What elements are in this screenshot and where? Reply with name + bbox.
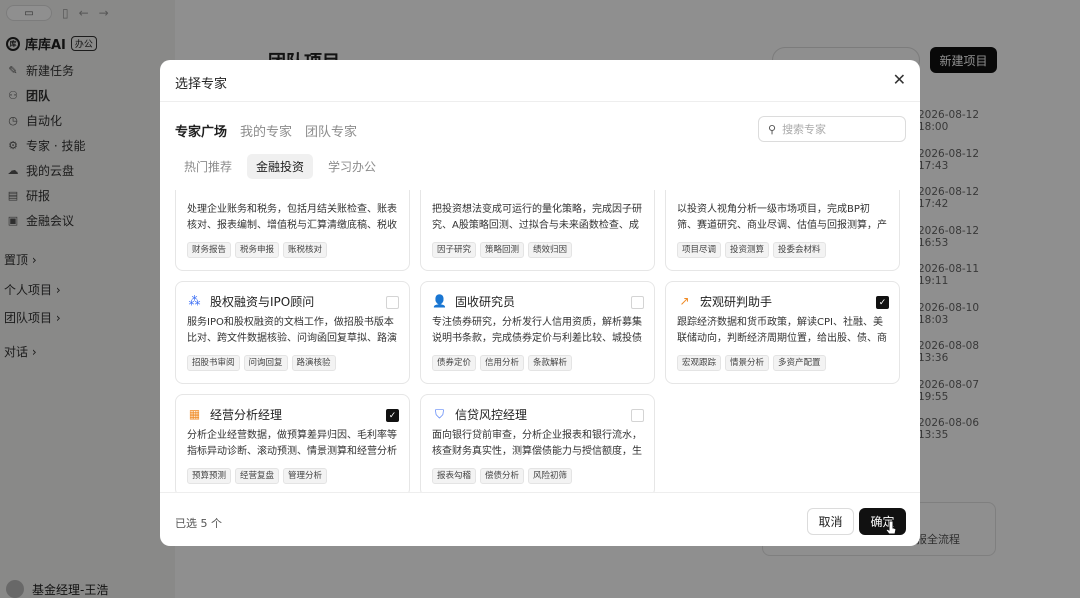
subtab-study-office[interactable]: 学习办公 xyxy=(319,154,385,179)
expert-tags: 宏观跟踪 情景分析 多资产配置 xyxy=(677,355,889,371)
expert-tags: 债券定价 信用分析 条款解析 xyxy=(432,355,644,371)
checkbox-checked[interactable]: ✓ xyxy=(876,296,889,309)
selected-count: 已选 5 个 xyxy=(175,517,222,530)
person-icon: 👤 xyxy=(432,294,447,308)
tag: 经营复盘 xyxy=(235,468,280,484)
tab-team-experts[interactable]: 团队专家 xyxy=(305,121,357,140)
tag: 税务申报 xyxy=(235,242,280,258)
close-icon[interactable]: ✕ xyxy=(893,70,906,89)
tag: 多资产配置 xyxy=(773,355,826,371)
expert-description: 把投资想法变成可运行的量化策略，完成因子研究、A股策略回测、过拟合与未来函数检查… xyxy=(432,204,642,231)
expert-name: 经营分析经理 xyxy=(210,407,283,422)
expert-description: 跟踪经济数据和货币政策，解读CPI、社融、美联储动向，判断经济周期位置，给出股、… xyxy=(677,317,887,344)
expert-tags: 财务报告 税务申报 账税核对 xyxy=(187,242,399,258)
expert-name: 信贷风控经理 xyxy=(455,407,528,422)
checkbox[interactable] xyxy=(631,296,644,309)
dialog-header: 选择专家 ✕ xyxy=(160,60,920,102)
expert-card-header: 👤 固收研究员 xyxy=(432,291,644,311)
expert-card[interactable]: 把投资想法变成可运行的量化策略，完成因子研究、A股策略回测、过拟合与未来函数检查… xyxy=(420,190,655,271)
tag: 账税核对 xyxy=(283,242,328,258)
tag: 绩效归因 xyxy=(528,242,573,258)
tag: 投委会材料 xyxy=(773,242,826,258)
expert-card[interactable]: ▦ 经营分析经理 ✓ 分析企业经营数据，做预算差异归因、毛利率等指标异动诊断、滚动预测… xyxy=(175,394,410,492)
expert-card[interactable]: ↗ 宏观研判助手 ✓ 跟踪经济数据和货币政策，解读CPI、社融、美联储动向，判断经济周… xyxy=(665,281,900,384)
tab-my-experts[interactable]: 我的专家 xyxy=(240,121,292,140)
checkbox-checked[interactable]: ✓ xyxy=(386,409,399,422)
expert-tags: 招股书审阅 问询回复 路演核验 xyxy=(187,355,399,371)
expert-card-header xyxy=(432,190,644,198)
checkbox[interactable] xyxy=(631,409,644,422)
tag: 管理分析 xyxy=(283,468,328,484)
expert-card-header: ↗ 宏观研判助手 xyxy=(677,291,889,311)
tag: 宏观跟踪 xyxy=(677,355,722,371)
expert-name: 股权融资与IPO顾问 xyxy=(210,294,315,309)
expert-tags: 报表勾稽 偿债分析 风险初筛 xyxy=(432,468,644,484)
expert-name: 固收研究员 xyxy=(455,294,516,309)
expert-list[interactable]: 处理企业账务和税务，包括月结关账检查、账表核对、报表编制、增值税与汇算清缴底稿、… xyxy=(160,190,920,492)
expert-card-header: ⁂ 股权融资与IPO顾问 xyxy=(187,291,399,311)
search-icon: ⚲ xyxy=(768,122,777,136)
expert-description: 服务IPO和股权融资的文档工作，做招股书版本比对、跨文件数据核验、问询函回复草拟… xyxy=(187,317,397,344)
mouse-cursor-icon xyxy=(886,520,897,535)
dialog-title: 选择专家 xyxy=(175,77,228,92)
expert-tags: 预算预测 经营复盘 管理分析 xyxy=(187,468,399,484)
expert-grid: 处理企业账务和税务，包括月结关账检查、账表核对、报表编制、增值税与汇算清缴底稿、… xyxy=(175,190,905,492)
shield-icon: ⛉ xyxy=(434,406,444,421)
expert-search[interactable]: ⚲ xyxy=(758,116,906,142)
expert-description: 分析企业经营数据，做预算差异归因、毛利率等指标异动诊断、滚动预测、情景测算和经营… xyxy=(187,430,397,457)
tag: 问询回复 xyxy=(243,355,288,371)
tag: 投资测算 xyxy=(725,242,770,258)
expert-tabs: 专家广场 我的专家 团队专家 xyxy=(175,121,357,140)
tag: 债券定价 xyxy=(432,355,477,371)
subtab-popular[interactable]: 热门推荐 xyxy=(175,154,241,179)
tag: 财务报告 xyxy=(187,242,232,258)
expert-description: 处理企业账务和税务，包括月结关账检查、账表核对、报表编制、增值税与汇算清缴底稿、… xyxy=(187,204,397,231)
expert-tags: 因子研究 策略回测 绩效归因 xyxy=(432,242,644,258)
expert-card-header xyxy=(187,190,399,198)
expert-card[interactable]: 处理企业账务和税务，包括月结关账检查、账表核对、报表编制、增值税与汇算清缴底稿、… xyxy=(175,190,410,271)
tag: 路演核验 xyxy=(291,355,336,371)
expert-card-header: ⛉ 信贷风控经理 xyxy=(432,404,644,424)
dialog-footer: 已选 5 个 取消 确定 xyxy=(160,492,920,546)
subtab-finance-investment[interactable]: 金融投资 xyxy=(247,154,314,179)
expert-search-input[interactable] xyxy=(782,122,893,136)
tag: 项目尽调 xyxy=(677,242,722,258)
confirm-button[interactable]: 确定 xyxy=(859,508,906,535)
tag: 条款解析 xyxy=(528,355,573,371)
expert-description: 专注债券研究，分析发行人信用资质，解析募集说明书条款，完成债券定价与利差比较、城… xyxy=(432,317,642,344)
expert-card-header xyxy=(677,190,889,198)
trend-icon: ↗ xyxy=(679,294,690,308)
expert-name: 宏观研判助手 xyxy=(700,294,773,309)
nodes-icon: ⁂ xyxy=(188,294,201,308)
tag: 偿债分析 xyxy=(480,468,525,484)
tag: 风险初筛 xyxy=(528,468,573,484)
cancel-button[interactable]: 取消 xyxy=(807,508,854,535)
tag: 招股书审阅 xyxy=(187,355,240,371)
expert-description: 以投资人视角分析一级市场项目，完成BP初筛、赛道研究、商业尽调、估值与回报测算，… xyxy=(677,204,887,231)
expert-card[interactable]: 以投资人视角分析一级市场项目，完成BP初筛、赛道研究、商业尽调、估值与回报测算，… xyxy=(665,190,900,271)
tab-expert-plaza[interactable]: 专家广场 xyxy=(175,121,227,140)
tag: 预算预测 xyxy=(187,468,232,484)
tag: 因子研究 xyxy=(432,242,477,258)
expert-card[interactable]: ⁂ 股权融资与IPO顾问服务IPO和股权融资的文档工作，做招股书版本比对、跨文件数… xyxy=(175,281,410,384)
expert-card[interactable]: ⛉ 信贷风控经理面向银行贷前审查，分析企业报表和银行流水，核查财务真实性，测算偿债… xyxy=(420,394,655,492)
calendar-icon: ▦ xyxy=(188,407,201,421)
tag: 信用分析 xyxy=(480,355,525,371)
expert-card[interactable]: 👤 固收研究员专注债券研究，分析发行人信用资质，解析募集说明书条款，完成债券定价与… xyxy=(420,281,655,384)
checkbox[interactable] xyxy=(386,296,399,309)
tag: 情景分析 xyxy=(725,355,770,371)
expert-description: 面向银行贷前审查，分析企业报表和银行流水，核查财务真实性，测算偿债能力与授信额度… xyxy=(432,430,642,457)
tag: 报表勾稽 xyxy=(432,468,477,484)
expert-card-header: ▦ 经营分析经理 xyxy=(187,404,399,424)
expert-tags: 项目尽调 投资测算 投委会材料 xyxy=(677,242,889,258)
select-expert-dialog: 选择专家 ✕ 专家广场 我的专家 团队专家 ⚲ 热门推荐 金融投资 学习办公 处… xyxy=(160,60,920,546)
category-tabs: 热门推荐 金融投资 学习办公 xyxy=(175,154,385,179)
tag: 策略回测 xyxy=(480,242,525,258)
